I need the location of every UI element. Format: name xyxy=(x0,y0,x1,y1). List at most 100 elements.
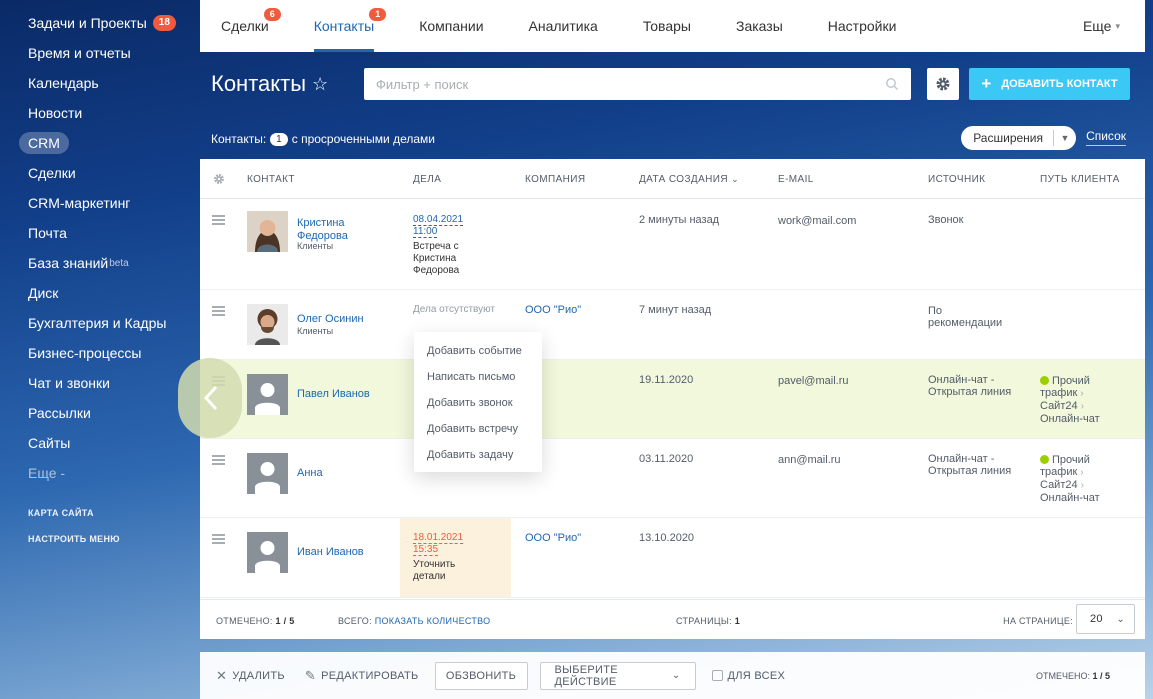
search-input[interactable] xyxy=(376,76,885,92)
sidebar-item-tasks[interactable]: Задачи и Проекты 18 xyxy=(0,8,200,38)
activity-time-link[interactable]: 15:35 xyxy=(413,544,439,556)
table-row[interactable]: Кристина Федорова Клиенты 08.04.2021 11:0… xyxy=(200,199,1145,290)
counter-suffix[interactable]: с просроченными делами xyxy=(292,132,435,146)
sidebar-item-crm-marketing[interactable]: CRM-маркетинг xyxy=(0,188,200,218)
menu-item-write-email[interactable]: Написать письмо xyxy=(414,364,542,390)
contact-name-link[interactable]: Кристина Федорова xyxy=(297,217,348,243)
sidebar-item-time[interactable]: Время и отчеты xyxy=(0,38,200,68)
column-header-created[interactable]: ДАТА СОЗДАНИЯ ⌄ xyxy=(639,174,739,185)
add-contact-button[interactable]: + ДОБАВИТЬ КОНТАКТ xyxy=(969,68,1130,100)
beta-label: beta xyxy=(109,257,129,269)
drag-handle-icon[interactable] xyxy=(212,215,225,225)
avatar xyxy=(247,532,288,573)
sidebar-item-more[interactable]: Еще - xyxy=(0,458,200,488)
chevron-down-icon: ⌄ xyxy=(1116,613,1125,625)
tab-settings[interactable]: Настройки xyxy=(828,0,897,52)
column-header-email[interactable]: E-MAIL xyxy=(778,174,814,185)
tab-deals[interactable]: Сделки 6 xyxy=(221,0,281,52)
filter-search[interactable] xyxy=(364,68,911,100)
company-link[interactable]: ООО "Рио" xyxy=(525,304,581,316)
delete-button[interactable]: ✕ УДАЛИТЬ xyxy=(216,668,285,684)
column-header-source[interactable]: ИСТОЧНИК xyxy=(928,174,985,185)
email-value[interactable]: work@mail.com xyxy=(778,215,856,227)
tab-products[interactable]: Товары xyxy=(643,0,691,52)
show-count-link[interactable]: ПОКАЗАТЬ КОЛИЧЕСТВО xyxy=(375,616,491,626)
settings-button[interactable] xyxy=(927,68,959,100)
tab-contacts[interactable]: Контакты 1 xyxy=(313,0,387,52)
chevron-right-icon: › xyxy=(1080,401,1084,412)
overdue-count-badge[interactable]: 1 xyxy=(270,132,288,146)
chevron-down-icon[interactable]: ▼ xyxy=(1054,133,1076,143)
activity-cell: 08.04.2021 11:00 Встреча с Кристина Федо… xyxy=(413,214,464,277)
sidebar-item-disk[interactable]: Диск xyxy=(0,278,200,308)
tab-more[interactable]: Еще xyxy=(1083,0,1120,52)
column-header-activities[interactable]: ДЕЛА xyxy=(413,174,441,185)
client-journey[interactable]: Прочий трафик › Сайт24 › Онлайн-чат xyxy=(1040,454,1100,504)
column-header-contact[interactable]: КОНТАКТ xyxy=(247,174,295,185)
source-line: Открытая линия xyxy=(928,386,1012,398)
sidebar-item-business-processes[interactable]: Бизнес-процессы xyxy=(0,338,200,368)
edit-button[interactable]: ✎ РЕДАКТИРОВАТЬ xyxy=(305,668,419,684)
table-row[interactable]: Анна 03.11.2020 ann@mail.ru Онлайн-чат -… xyxy=(200,439,1145,518)
activity-date-link[interactable]: 18.01.2021 xyxy=(413,532,464,544)
drag-handle-icon[interactable] xyxy=(212,534,225,544)
source-line: Открытая линия xyxy=(928,465,1012,477)
sidebar-item-accounting[interactable]: Бухгалтерия и Кадры xyxy=(0,308,200,338)
choose-action-select[interactable]: ВЫБЕРИТЕ ДЕЙСТВИЕ ⌄ xyxy=(539,661,696,690)
menu-item-add-task[interactable]: Добавить задачу xyxy=(414,442,542,468)
for-all-checkbox[interactable]: ДЛЯ ВСЕХ xyxy=(711,670,786,682)
created-date: 03.11.2020 xyxy=(639,453,694,465)
contact-name-link[interactable]: Олег Осинин xyxy=(297,313,364,326)
collapse-menu-button[interactable] xyxy=(178,358,242,438)
tab-companies[interactable]: Компании xyxy=(419,0,483,52)
contact-name-link[interactable]: Павел Иванов xyxy=(297,388,370,401)
table-row[interactable]: Иван Иванов 18.01.2021 15:35 Уточнить де… xyxy=(200,518,1145,598)
tab-label: Товары xyxy=(642,18,691,34)
activity-date-link[interactable]: 08.04.2021 xyxy=(413,214,464,226)
column-header-journey[interactable]: ПУТЬ КЛИЕНТА xyxy=(1040,174,1120,185)
email-value[interactable]: pavel@mail.ru xyxy=(778,375,848,387)
table-row-selected[interactable]: Павел Иванов 19.11.2020 pavel@mail.ru Он… xyxy=(200,360,1145,439)
sidebar-item-label: Календарь xyxy=(28,75,99,91)
menu-item-add-meeting[interactable]: Добавить встречу xyxy=(414,416,542,442)
company-link[interactable]: ООО "Рио" xyxy=(525,532,581,544)
sidebar-item-crm[interactable]: CRM xyxy=(0,128,200,158)
sidebar-item-news[interactable]: Новости xyxy=(0,98,200,128)
sidebar-item-mail[interactable]: Почта xyxy=(0,218,200,248)
per-page-select[interactable]: 20 ⌄ xyxy=(1076,604,1135,634)
extensions-button[interactable]: Расширения ▼ xyxy=(961,126,1076,150)
sitemap-link[interactable]: КАРТА САЙТА xyxy=(0,500,200,526)
drag-handle-icon[interactable] xyxy=(212,306,225,316)
checkbox[interactable] xyxy=(711,670,723,681)
contacts-grid: КОНТАКТ ДЕЛА КОМПАНИЯ ДАТА СОЗДАНИЯ ⌄ E-… xyxy=(200,159,1145,639)
menu-item-add-call[interactable]: Добавить звонок xyxy=(414,390,542,416)
sidebar-item-sites[interactable]: Сайты xyxy=(0,428,200,458)
activity-time-link[interactable]: 11:00 xyxy=(413,226,438,238)
menu-item-add-event[interactable]: Добавить событие xyxy=(414,338,542,364)
no-activities-text[interactable]: Дела отсутствуют xyxy=(413,304,495,316)
sidebar-item-label: Бухгалтерия и Кадры xyxy=(28,315,167,331)
configure-menu-link[interactable]: НАСТРОИТЬ МЕНЮ xyxy=(0,526,200,552)
sidebar-item-deals[interactable]: Сделки xyxy=(0,158,200,188)
call-list-button[interactable]: ОБЗВОНИТЬ xyxy=(434,661,528,690)
email-value[interactable]: ann@mail.ru xyxy=(778,454,841,466)
column-header-company[interactable]: КОМПАНИЯ xyxy=(525,174,586,185)
contact-name-link[interactable]: Анна xyxy=(297,467,323,480)
sidebar-item-label: Диск xyxy=(28,285,59,301)
table-row[interactable]: Олег Осинин Клиенты Дела отсутствуют ООО… xyxy=(200,290,1145,360)
search-icon[interactable] xyxy=(885,77,899,91)
sidebar-item-knowledge-base[interactable]: База знаний beta xyxy=(0,248,200,278)
star-icon[interactable]: ☆ xyxy=(312,74,328,95)
page-number[interactable]: 1 xyxy=(735,616,740,626)
client-journey[interactable]: Прочий трафик › Сайт24 › Онлайн-чат xyxy=(1040,375,1100,425)
drag-handle-icon[interactable] xyxy=(212,455,225,465)
gear-icon[interactable] xyxy=(213,173,225,185)
tab-analytics[interactable]: Аналитика xyxy=(529,0,598,52)
avatar xyxy=(247,453,288,494)
sidebar-item-calendar[interactable]: Календарь xyxy=(0,68,200,98)
contact-name-link[interactable]: Иван Иванов xyxy=(297,546,364,559)
sidebar-item-chat[interactable]: Чат и звонки xyxy=(0,368,200,398)
sidebar-item-mailings[interactable]: Рассылки xyxy=(0,398,200,428)
tab-orders[interactable]: Заказы xyxy=(736,0,783,52)
list-view-link[interactable]: Список xyxy=(1086,129,1126,146)
